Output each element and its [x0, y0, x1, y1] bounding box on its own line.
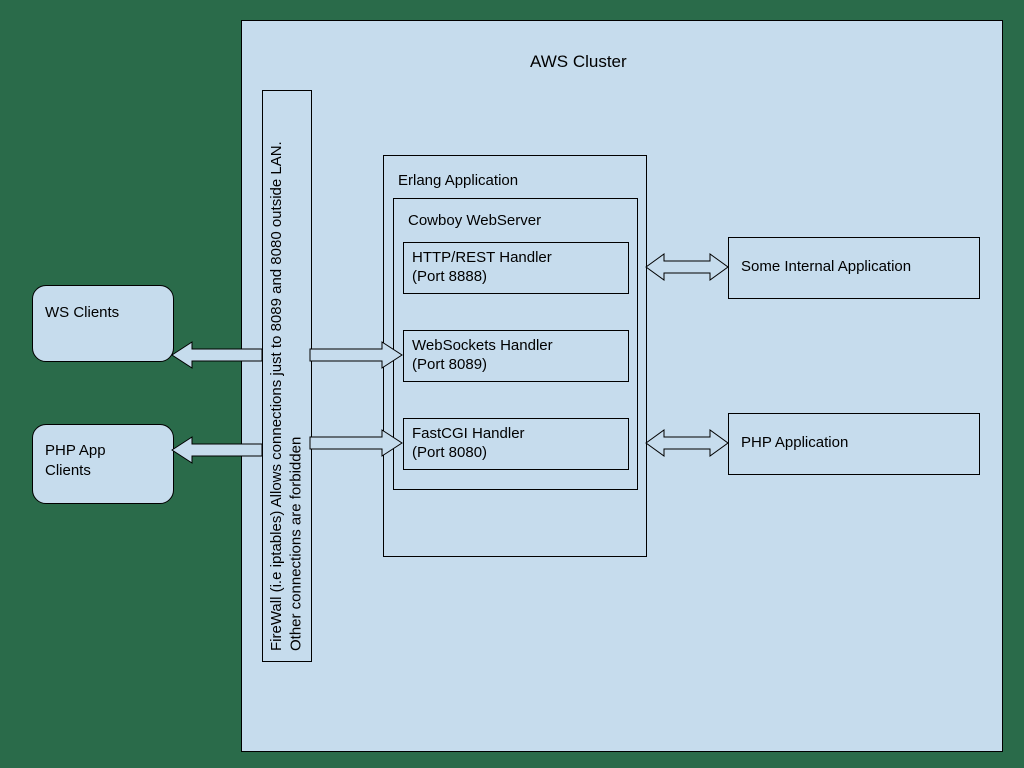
- aws-cluster-title: AWS Cluster: [530, 52, 627, 72]
- ws-clients-label: WS Clients: [45, 304, 119, 321]
- arrow-firewall-to-fastcgi-handler: [310, 428, 402, 458]
- cowboy-title: Cowboy WebServer: [408, 212, 541, 229]
- internal-app-label: Some Internal Application: [741, 258, 911, 275]
- diagram-canvas: AWS Cluster FireWall (i.e iptables) Allo…: [0, 0, 1024, 768]
- http-handler-box: HTTP/REST Handler (Port 8888): [403, 242, 629, 294]
- internal-app-box: Some Internal Application: [728, 237, 980, 299]
- ws-handler-name: WebSockets Handler: [412, 337, 620, 356]
- arrow-firewall-to-ws-handler: [310, 340, 402, 370]
- http-handler-name: HTTP/REST Handler: [412, 249, 620, 268]
- fastcgi-handler-box: FastCGI Handler (Port 8080): [403, 418, 629, 470]
- fastcgi-handler-name: FastCGI Handler: [412, 425, 620, 444]
- php-clients-label: PHP App Clients: [45, 441, 155, 480]
- ws-handler-box: WebSockets Handler (Port 8089): [403, 330, 629, 382]
- arrow-fastcgi-to-php-app: [646, 428, 728, 458]
- ws-handler-port: (Port 8089): [412, 356, 620, 375]
- firewall-text: FireWall (i.e iptables) Allows connectio…: [267, 101, 307, 651]
- fastcgi-handler-port: (Port 8080): [412, 444, 620, 463]
- arrow-firewall-to-php-client: [172, 435, 262, 465]
- php-clients-box: PHP App Clients: [32, 424, 174, 504]
- arrow-http-to-internal: [646, 252, 728, 282]
- erlang-app-title: Erlang Application: [398, 172, 518, 189]
- ws-clients-box: WS Clients: [32, 285, 174, 362]
- arrow-firewall-to-ws: [172, 340, 262, 370]
- http-handler-port: (Port 8888): [412, 268, 620, 287]
- php-app-label: PHP Application: [741, 434, 848, 451]
- php-app-box: PHP Application: [728, 413, 980, 475]
- firewall-box: FireWall (i.e iptables) Allows connectio…: [262, 90, 312, 662]
